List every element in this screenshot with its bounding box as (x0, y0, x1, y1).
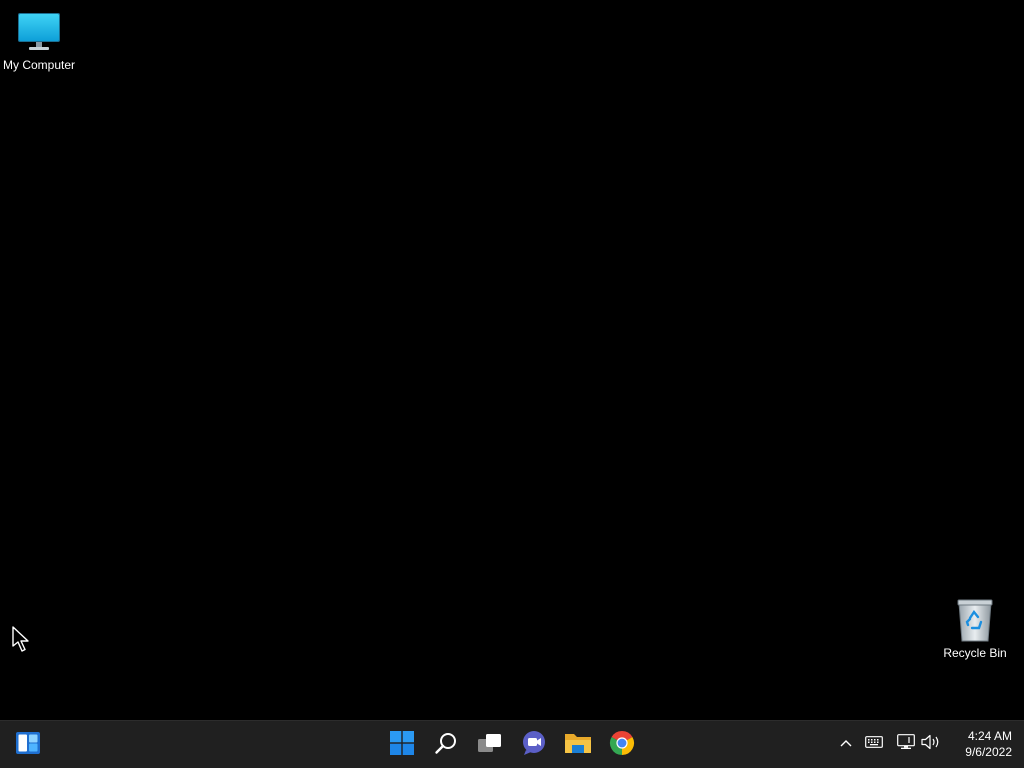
volume-button[interactable] (920, 733, 942, 755)
start-button[interactable] (382, 725, 422, 765)
teams-chat-button[interactable] (514, 725, 554, 765)
recycle-bin-shortcut[interactable]: Recycle Bin (935, 596, 1015, 660)
recycle-bin-icon (951, 596, 999, 644)
mouse-pointer-icon (11, 625, 31, 653)
desktop: My Computer Recycle Bin (0, 0, 1024, 720)
show-hidden-icons-button[interactable] (835, 733, 857, 755)
desktop-icon-label: My Computer (2, 58, 76, 72)
taskbar: 4:24 AM 9/6/2022 (0, 720, 1024, 768)
task-view-icon (477, 732, 503, 759)
keyboard-button[interactable] (863, 733, 885, 755)
widgets-icon (15, 731, 41, 760)
clock-time: 4:24 AM (967, 729, 1012, 743)
search-button[interactable] (426, 725, 466, 765)
teams-chat-icon (521, 730, 547, 761)
folder-icon (564, 731, 592, 760)
chrome-button[interactable] (602, 725, 642, 765)
monitor-icon (15, 8, 63, 56)
taskbar-clock[interactable]: 4:24 AM 9/6/2022 (942, 728, 1012, 760)
keyboard-icon (865, 735, 883, 753)
chrome-icon (609, 730, 635, 761)
widgets-button[interactable] (8, 725, 48, 765)
clock-date: 9/6/2022 (965, 745, 1012, 759)
desktop-icon-label: Recycle Bin (943, 646, 1007, 660)
windows-logo-icon (390, 730, 414, 760)
file-explorer-button[interactable] (558, 725, 598, 765)
task-view-button[interactable] (470, 725, 510, 765)
network-icon (897, 733, 915, 755)
my-computer-shortcut[interactable]: My Computer (0, 8, 79, 72)
network-button[interactable] (895, 733, 917, 755)
speaker-icon (921, 734, 941, 755)
chevron-up-icon (839, 735, 853, 753)
search-icon (434, 731, 458, 760)
